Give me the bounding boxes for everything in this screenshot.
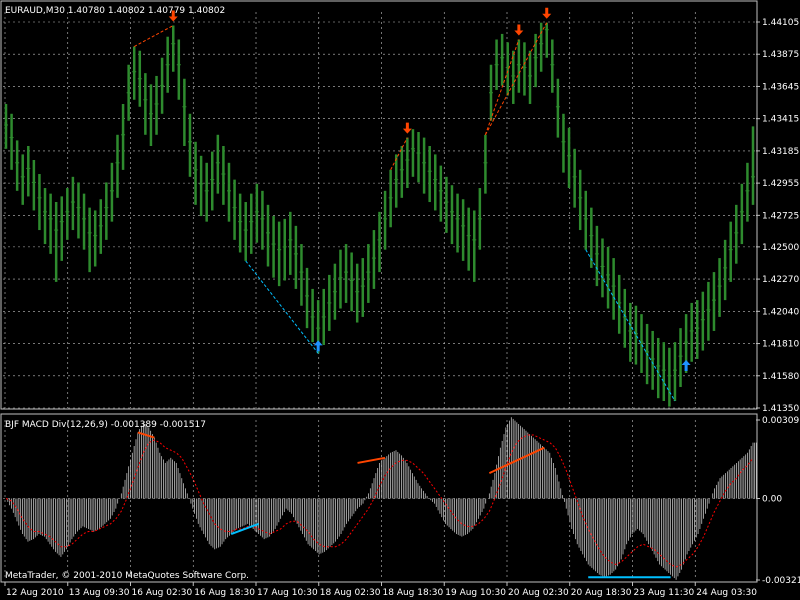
- time-tick-label: 20 Aug 18:30: [571, 588, 632, 598]
- time-tick-label: 16 Aug 02:30: [132, 588, 193, 598]
- time-tick-label: 20 Aug 02:30: [508, 588, 569, 598]
- price-tick-label: 1.43185: [762, 147, 799, 157]
- macd-chart-title: BJF MACD Div(12,26,9) -0.001389 -0.00151…: [5, 420, 206, 430]
- price-tick-label: 1.42500: [762, 243, 799, 253]
- time-tick-label: 12 Aug 2010: [6, 588, 64, 598]
- time-tick-label: 23 Aug 11:30: [634, 588, 695, 598]
- macd-tick-label: -0.00321: [762, 576, 800, 586]
- price-tick-label: 1.42955: [762, 179, 799, 189]
- time-tick-label: 13 Aug 09:30: [69, 588, 130, 598]
- price-tick-label: 1.42270: [762, 275, 799, 285]
- copyright-text: MetaTrader, © 2001-2010 MetaQuotes Softw…: [5, 571, 249, 581]
- price-tick-label: 1.41350: [762, 404, 799, 414]
- price-tick-label: 1.43875: [762, 50, 799, 60]
- macd-tick-label: 0.003091: [762, 416, 800, 426]
- time-tick-label: 19 Aug 10:30: [445, 588, 506, 598]
- macd-tick-label: 0.00: [762, 494, 782, 504]
- time-tick-label: 18 Aug 18:30: [383, 588, 444, 598]
- main-chart-title: EURAUD,M30 1.40780 1.40802 1.40779 1.408…: [5, 6, 225, 16]
- price-tick-label: 1.42040: [762, 307, 799, 317]
- time-tick-label: 16 Aug 18:30: [194, 588, 255, 598]
- price-tick-label: 1.41580: [762, 372, 799, 382]
- price-tick-label: 1.44105: [762, 18, 799, 28]
- price-tick-label: 1.43645: [762, 82, 799, 92]
- price-tick-label: 1.41810: [762, 340, 799, 350]
- time-tick-label: 17 Aug 10:30: [257, 588, 318, 598]
- time-tick-label: 24 Aug 03:30: [696, 588, 757, 598]
- trading-chart: EURAUD,M30 1.40780 1.40802 1.40779 1.408…: [0, 0, 800, 600]
- price-tick-label: 1.42725: [762, 211, 799, 221]
- time-tick-label: 18 Aug 02:30: [320, 588, 381, 598]
- price-tick-label: 1.43415: [762, 115, 799, 125]
